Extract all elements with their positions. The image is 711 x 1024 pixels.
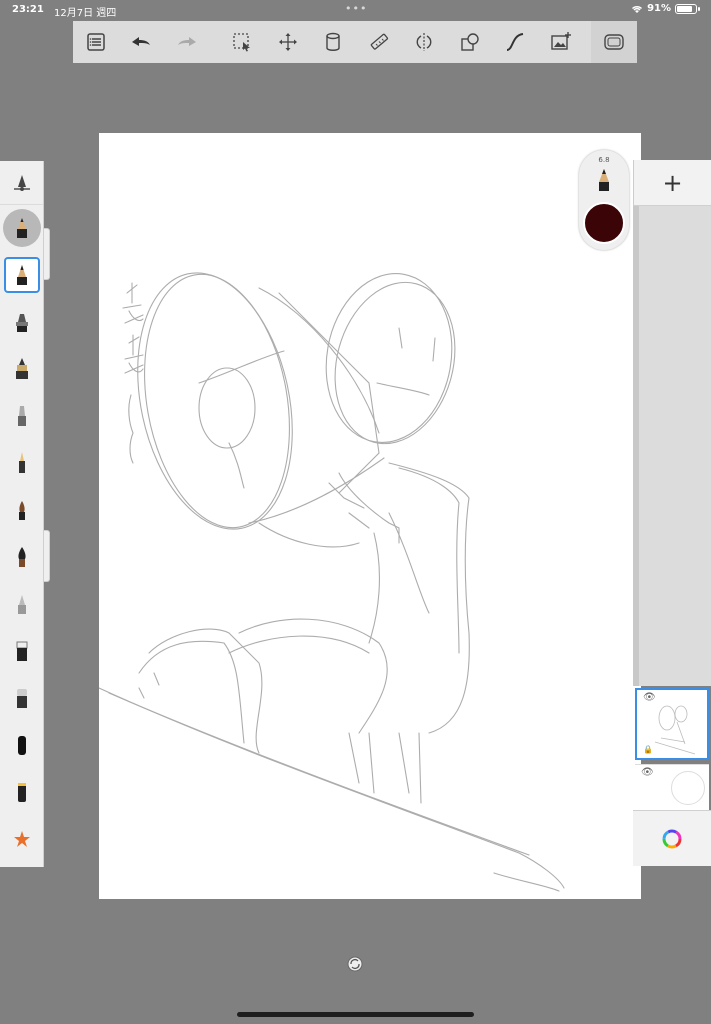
layer-preview	[655, 705, 696, 755]
pencil-icon	[16, 264, 27, 285]
eraser-hard-icon	[16, 641, 27, 661]
brush-paintbrush[interactable]	[0, 486, 43, 533]
layers-empty-area	[633, 206, 711, 686]
pen-icon	[18, 451, 25, 473]
brush-favorites[interactable]	[0, 815, 43, 862]
transform-button[interactable]	[265, 21, 311, 63]
brush-paintbrush-wet[interactable]	[0, 533, 43, 580]
eye-icon[interactable]: 👁	[643, 692, 656, 703]
color-wheel-button[interactable]	[633, 810, 711, 866]
transform-icon	[278, 33, 297, 51]
eraser-soft-icon	[16, 688, 27, 708]
layer-thumbnail-sketch[interactable]: 👁 🔒	[635, 688, 709, 760]
brush-blender[interactable]	[0, 768, 43, 815]
selection-button[interactable]	[220, 21, 266, 63]
pencil-icon	[599, 169, 609, 191]
palette-handle-upper[interactable]	[44, 228, 50, 280]
lock-icon[interactable]: 🔒	[643, 745, 653, 754]
undo-button[interactable]	[119, 21, 165, 63]
home-indicator[interactable]	[237, 1012, 474, 1017]
brush-properties-icon	[13, 174, 30, 191]
brush-smudge[interactable]	[0, 721, 43, 768]
brush-puck[interactable]: 6.8	[579, 150, 629, 250]
shapes-button[interactable]	[447, 21, 493, 63]
brush-airbrush[interactable]	[0, 392, 43, 439]
undo-icon	[132, 37, 151, 46]
redo-icon	[177, 37, 196, 46]
brush-preview[interactable]	[2, 209, 41, 247]
multitask-dots[interactable]: •••	[345, 2, 367, 15]
eye-icon[interactable]: 👁	[641, 767, 654, 778]
main-toolbar	[73, 21, 637, 63]
fullscreen-icon	[604, 34, 624, 50]
add-layer-button[interactable]: +	[633, 160, 711, 206]
palette-handle-lower[interactable]	[44, 530, 50, 582]
battery-percent: 91%	[647, 3, 671, 14]
sketch	[98, 272, 565, 892]
wifi-icon	[632, 5, 643, 13]
brush-size-label: 6.8	[598, 156, 610, 164]
ruler-button[interactable]	[356, 21, 402, 63]
fill-button[interactable]	[311, 21, 357, 63]
brush-eraser-soft[interactable]	[0, 674, 43, 721]
pencil-icon	[16, 218, 27, 238]
brush-properties-button[interactable]	[0, 161, 43, 205]
soft-pencil-icon	[17, 594, 26, 614]
curve-button[interactable]	[493, 21, 539, 63]
status-date: 12月7日 週四	[54, 8, 117, 19]
paintbrush-wet-icon	[17, 546, 26, 567]
layer-thumbnail-background[interactable]: 👁	[635, 764, 709, 810]
image-icon	[551, 32, 571, 50]
layers-scrollbar[interactable]	[633, 206, 639, 686]
airbrush-icon	[17, 405, 26, 426]
marker-icon	[15, 313, 28, 332]
brush-soft-pencil[interactable]	[0, 580, 43, 627]
paintbrush-icon	[18, 500, 25, 520]
curve-icon	[506, 33, 524, 51]
status-time: 23:21	[12, 4, 44, 15]
brush-eraser-hard[interactable]	[0, 627, 43, 674]
fullscreen-button[interactable]	[591, 21, 637, 63]
bucket-icon	[326, 32, 340, 51]
shapes-icon	[461, 33, 479, 51]
rotate-icon[interactable]	[347, 956, 363, 972]
brush-palette	[0, 161, 44, 867]
ruler-icon	[370, 33, 388, 50]
symmetry-icon	[416, 33, 432, 51]
ink-icon	[15, 357, 28, 379]
status-bar: 23:21 12月7日 週四 ••• 91%	[0, 0, 711, 20]
brush-marker[interactable]	[0, 298, 43, 345]
favorites-icon	[13, 830, 30, 847]
color-wheel-icon	[662, 829, 682, 848]
background-color-indicator	[671, 771, 705, 805]
drawing-canvas[interactable]	[98, 133, 641, 899]
symmetry-button[interactable]	[402, 21, 448, 63]
color-swatch[interactable]	[583, 202, 625, 244]
layers-panel: + 👁 🔒 👁	[633, 160, 711, 866]
brush-pencil[interactable]	[0, 251, 43, 298]
brush-pen[interactable]	[0, 439, 43, 486]
battery-icon	[675, 3, 700, 14]
smudge-icon	[17, 735, 26, 755]
selection-icon	[233, 33, 251, 52]
menu-button[interactable]	[73, 21, 119, 63]
brush-ink[interactable]	[0, 345, 43, 392]
redo-button[interactable]	[164, 21, 210, 63]
list-icon	[87, 33, 105, 51]
add-image-button[interactable]	[538, 21, 584, 63]
blender-icon	[17, 782, 26, 802]
